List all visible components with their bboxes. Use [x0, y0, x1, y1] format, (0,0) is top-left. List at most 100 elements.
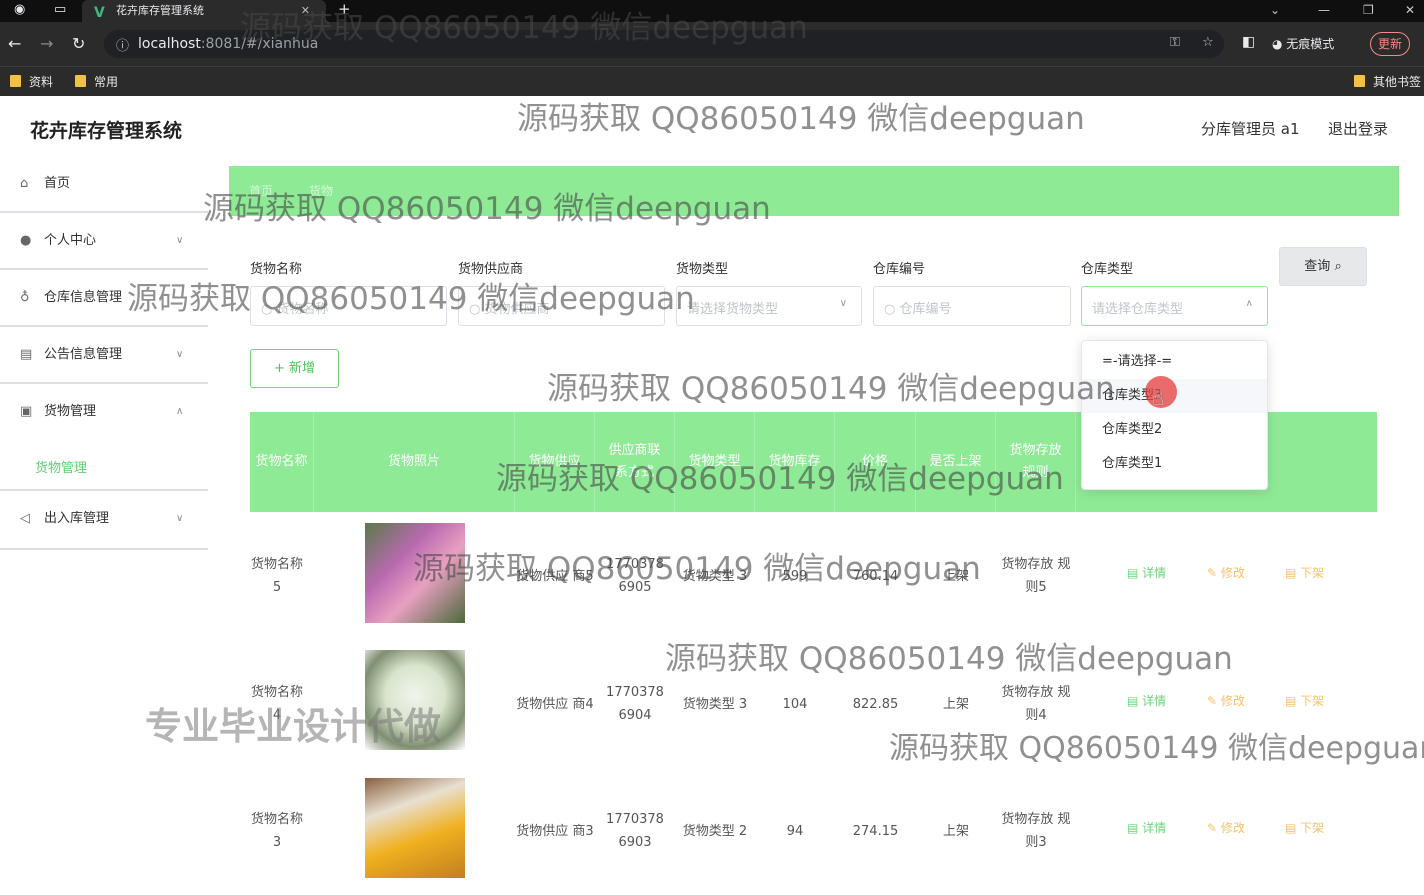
vue-logo-icon: V [94, 5, 105, 21]
update-button[interactable]: 更新 [1370, 32, 1410, 56]
cell-contact: 1770378 6904 [606, 685, 664, 723]
bookmark-star-icon[interactable]: ☆ [1202, 35, 1214, 50]
table-row: 货物名称 5 货物供应 商5 1770378 6905 货物类型 3 599 7… [250, 512, 1377, 640]
col-name[interactable]: 货物名称 [250, 412, 314, 512]
col-stock[interactable]: 货物库存 [755, 412, 835, 512]
folder-icon [10, 75, 21, 87]
col-price[interactable]: 价格 [835, 412, 916, 512]
goods-photo[interactable] [365, 778, 465, 878]
bookmark-folder[interactable]: 常用 [75, 73, 118, 90]
sidebar-item-inout[interactable]: ◁ 出入库管理 ∨ [0, 491, 208, 547]
close-window-icon[interactable]: ✕ [1405, 0, 1415, 20]
new-tab-icon[interactable]: + [338, 0, 351, 18]
tab-search-icon[interactable]: ▭ [54, 2, 66, 17]
query-button[interactable]: 查询 ⌕ [1279, 247, 1367, 286]
incognito-indicator[interactable]: ◕ 无痕模式 [1272, 30, 1334, 58]
url-host: localhost [138, 36, 201, 52]
detail-label: 详情 [1142, 821, 1167, 835]
col-supplier[interactable]: 货物供应 [515, 412, 595, 512]
goods-name-input[interactable]: ○ 货物名称 [250, 286, 447, 326]
cell-name: 货物名称 4 [250, 685, 303, 723]
offline-button[interactable]: ▤ 下架 [1285, 564, 1324, 581]
goods-photo[interactable] [365, 523, 465, 623]
app-title: 花卉库存管理系统 [30, 120, 183, 142]
placeholder-text: 仓库编号 [899, 302, 952, 317]
offline-button[interactable]: ▤ 下架 [1285, 692, 1324, 709]
placeholder-text: 货物名称 [276, 302, 329, 317]
logout-link[interactable]: 退出登录 [1328, 118, 1388, 139]
edit-button[interactable]: ✎ 修改 [1207, 692, 1245, 709]
mic-icon: ♁ [20, 290, 30, 305]
col-status[interactable]: 是否上架 [916, 412, 996, 512]
sidebar-toggle-icon[interactable]: ◧ [1242, 34, 1255, 50]
cell-name: 货物名称 5 [250, 557, 303, 595]
tab-list-icon[interactable]: ⌄ [1270, 0, 1280, 20]
col-contact[interactable]: 供应商联系方式 [595, 412, 675, 512]
url-field[interactable]: ⓘ localhost:8081/#/xianhua ⚿ ☆ [104, 30, 1224, 58]
warehouse-no-placeholder: ○ 仓库编号 [884, 302, 952, 317]
current-user[interactable]: 分库管理员 a1 [1201, 118, 1300, 139]
cell-stock: 599 [782, 568, 808, 584]
sidebar-item-goods[interactable]: ▣ 货物管理 ∧ [0, 384, 208, 440]
header-label: 货物照片 [387, 454, 440, 469]
sidebar-item-profile[interactable]: ● 个人中心 ∨ [0, 213, 208, 269]
dropdown-option[interactable]: 仓库类型1 [1082, 447, 1267, 481]
sidebar-item-warehouse[interactable]: ♁ 仓库信息管理 [0, 270, 208, 326]
dropdown-option[interactable]: =-请选择-= [1082, 345, 1267, 379]
table-row: 货物名称 4 货物供应 商4 1770378 6904 货物类型 3 104 8… [250, 640, 1377, 768]
col-photo[interactable]: 货物照片 [314, 412, 515, 512]
restore-icon[interactable]: ❐ [1363, 0, 1374, 20]
detail-button[interactable]: ▤ 详情 [1127, 564, 1166, 581]
col-rule[interactable]: 货物存放规则 [996, 412, 1076, 512]
warehouse-type-placeholder: 请选择仓库类型 [1092, 302, 1184, 317]
filter-label-warehouse-type: 仓库类型 [1081, 262, 1134, 277]
dropdown-option[interactable]: 仓库类型2 [1082, 413, 1267, 447]
detail-label: 详情 [1142, 566, 1167, 580]
cell-price: 760.14 [852, 568, 899, 584]
edit-button[interactable]: ✎ 修改 [1207, 564, 1245, 581]
detail-button[interactable]: ▤ 详情 [1127, 819, 1166, 836]
forward-icon[interactable]: → [40, 34, 53, 53]
cell-type: 货物类型 3 [682, 696, 748, 712]
edit-label: 修改 [1220, 694, 1245, 708]
edit-button[interactable]: ✎ 修改 [1207, 819, 1245, 836]
other-bookmarks[interactable]: 其他书签 [1354, 73, 1421, 90]
offline-button[interactable]: ▤ 下架 [1285, 819, 1324, 836]
cell-type: 货物类型 2 [682, 823, 748, 839]
goods-type-select[interactable]: 请选择货物类型 ∨ [676, 286, 862, 326]
detail-label: 详情 [1142, 694, 1167, 708]
app-root: 花卉库存管理系统 分库管理员 a1 退出登录 ⌂ 首页 ● 个人中心 ∨ ♁ 仓… [0, 96, 1424, 878]
browser-chrome: ◉ ▭ V 花卉库存管理系统 ✕ + ⌄ — ❐ ✕ ← → ↻ ⓘ local… [0, 0, 1424, 96]
info-icon[interactable]: ⓘ [116, 35, 129, 54]
minimize-icon[interactable]: — [1318, 0, 1330, 20]
sidebar-item-notices[interactable]: ▤ 公告信息管理 ∨ [0, 327, 208, 383]
close-tab-icon[interactable]: ✕ [301, 0, 310, 22]
warehouse-type-select[interactable]: 请选择仓库类型 ∧ [1081, 286, 1268, 326]
add-button[interactable]: + 新增 [250, 349, 339, 388]
table-row: 货物名称 3 货物供应 商3 1770378 6903 货物类型 2 94 27… [250, 767, 1377, 895]
detail-button[interactable]: ▤ 详情 [1127, 692, 1166, 709]
browser-profile-icon[interactable]: ◉ [14, 2, 25, 17]
filter-label-type: 货物类型 [676, 262, 729, 277]
bookmark-folder[interactable]: 资料 [10, 73, 53, 90]
sidebar-item-label: 公告信息管理 [44, 347, 123, 362]
cell-supplier: 货物供应 商5 [516, 568, 594, 584]
header-label: 价格 [861, 454, 888, 469]
reload-icon[interactable]: ↻ [72, 34, 85, 53]
sidebar-item-home[interactable]: ⌂ 首页 [0, 156, 208, 212]
supplier-placeholder: ○ 货物供应商 [469, 302, 550, 317]
tab-title: 花卉库存管理系统 [116, 4, 204, 17]
browser-tab[interactable]: V 花卉库存管理系统 ✕ [82, 0, 326, 22]
supplier-input[interactable]: ○ 货物供应商 [458, 286, 665, 326]
header-label: 供应商联系方式 [608, 443, 661, 480]
sidebar-subitem-goods[interactable]: 货物管理 [35, 457, 87, 476]
col-type[interactable]: 货物类型 [675, 412, 755, 512]
cell-price: 822.85 [852, 696, 899, 712]
breadcrumb-home[interactable]: 首页 [249, 182, 273, 199]
key-icon[interactable]: ⚿ [1170, 35, 1180, 50]
goods-photo[interactable] [365, 650, 465, 750]
edit-label: 修改 [1220, 566, 1245, 580]
warehouse-no-input[interactable]: ○ 仓库编号 [873, 286, 1071, 326]
header-label: 货物名称 [255, 454, 308, 469]
back-icon[interactable]: ← [8, 34, 21, 53]
